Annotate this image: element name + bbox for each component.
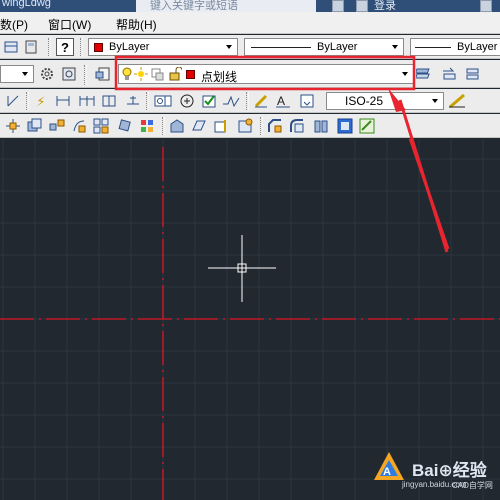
svg-text:A: A: [383, 466, 391, 478]
arrow-shaft: [398, 99, 449, 253]
watermark-site: CAD自学网: [452, 481, 493, 490]
layer-highlight-box: [114, 55, 416, 91]
watermark-brand: Bai⊕经验: [412, 461, 487, 480]
baidu-logo-icon: A: [374, 452, 404, 480]
highlight-overlay: [114, 55, 449, 253]
